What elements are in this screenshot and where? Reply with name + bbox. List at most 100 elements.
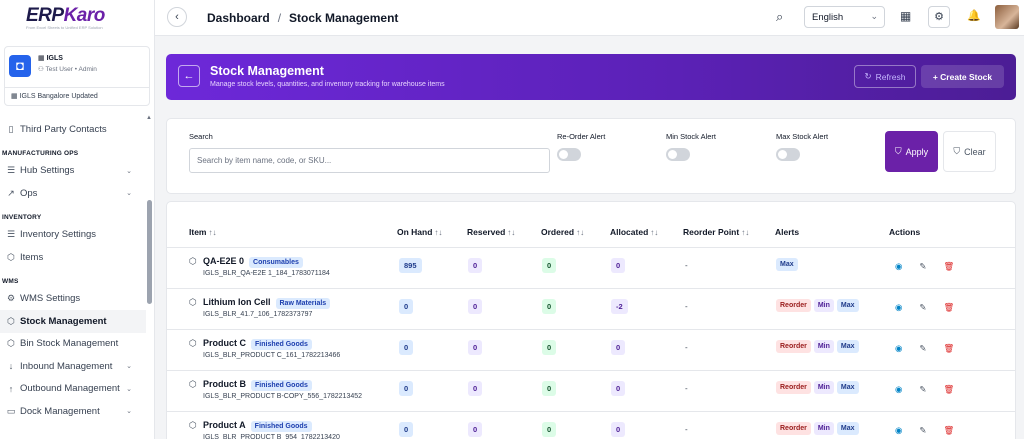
cell-ordered: 0	[542, 258, 557, 273]
column-header-ordered[interactable]: Ordered ↑↓	[541, 227, 584, 237]
main-content: ← Stock Management Manage stock levels, …	[155, 36, 1024, 439]
logo[interactable]: ERPKaro From Excel Sheets to Unified ERP…	[0, 0, 154, 38]
sort-icon[interactable]: ↑↓	[576, 228, 584, 237]
org-switcher[interactable]: ◘ ▦ IGLS ⚇ Test User • Admin ▦ IGLS Bang…	[4, 46, 150, 106]
sidebar-item-inbound-management[interactable]: ↓ Inbound Management ⌄	[0, 355, 146, 378]
truck-icon: ▭	[6, 405, 16, 416]
item-name: QA-E2E 0 Consumables	[203, 256, 303, 268]
eye-icon[interactable]: ◉	[895, 343, 902, 354]
sidebar-item-items[interactable]: ⬡ Items	[0, 246, 146, 269]
cell-ordered: 0	[542, 381, 557, 396]
pencil-icon[interactable]: ✎	[919, 384, 926, 395]
eye-icon[interactable]: ◉	[895, 425, 902, 436]
pencil-icon[interactable]: ✎	[919, 302, 926, 313]
search-label: Search	[189, 132, 213, 141]
trash-icon[interactable]: 🗑	[944, 425, 955, 436]
avatar[interactable]	[995, 5, 1019, 29]
max-stock-alert-toggle[interactable]	[776, 148, 800, 161]
cell-on-hand: 895	[399, 258, 422, 273]
alert-badge-max: Max	[776, 258, 798, 271]
top-bar: ‹ Dashboard / Stock Management ⌕ English ⌄…	[155, 0, 1024, 36]
org-branch: ▦ IGLS Bangalore Updated	[5, 87, 149, 100]
bell-icon[interactable]: 🔔	[967, 9, 981, 22]
sidebar-item-wms-settings[interactable]: ⚙ WMS Settings	[0, 288, 146, 311]
sidebar-item-dock-management[interactable]: ▭ Dock Management ⌄	[0, 400, 146, 423]
alert-badge-min: Min	[813, 422, 834, 435]
alert-badge-reorder: Reorder	[776, 340, 811, 353]
alert-badge-max: Max	[836, 299, 859, 312]
apply-button[interactable]: ⛉ Apply	[885, 131, 938, 172]
refresh-button[interactable]: ↻ Refresh	[854, 65, 916, 88]
page-banner: ← Stock Management Manage stock levels, …	[166, 54, 1016, 100]
cell-ordered: 0	[542, 299, 557, 314]
qr-code-icon[interactable]: ▦	[900, 9, 911, 23]
sidebar-item-hub-settings[interactable]: ☰ Hub Settings ⌄	[0, 160, 146, 183]
sort-icon[interactable]: ↑↓	[434, 228, 442, 237]
reorder-alert-label: Re-Order Alert	[557, 132, 606, 141]
max-stock-alert-label: Max Stock Alert	[776, 132, 829, 141]
trash-icon[interactable]: 🗑	[944, 302, 955, 313]
search-input[interactable]: Search by item name, code, or SKU...	[189, 148, 550, 173]
back-button[interactable]: ‹	[167, 7, 187, 27]
column-header-allocated[interactable]: Allocated ↑↓	[610, 227, 658, 237]
alert-badge-reorder: Reorder	[776, 299, 811, 312]
sort-icon[interactable]: ↑↓	[507, 228, 515, 237]
pencil-icon[interactable]: ✎	[919, 261, 926, 272]
chevron-down-icon: ⌄	[126, 167, 132, 175]
language-select[interactable]: English ⌄	[804, 6, 885, 28]
cell-allocated: 0	[611, 381, 626, 396]
eye-icon[interactable]: ◉	[895, 302, 902, 313]
alert-badge-max: Max	[836, 422, 859, 435]
refresh-label: Refresh	[875, 71, 906, 82]
item-code: IGLS_BLR_PRODUCT C_161_1782213466	[203, 352, 341, 359]
row-actions: ◉ ✎ 🗑	[895, 384, 954, 395]
sort-icon[interactable]: ↑↓	[650, 228, 658, 237]
cell-reorder-point: -	[685, 343, 688, 352]
cell-allocated: 0	[611, 258, 626, 273]
breadcrumb-current: Stock Management	[289, 11, 399, 25]
pencil-icon[interactable]: ✎	[919, 343, 926, 354]
clear-button[interactable]: ⛉ Clear	[943, 131, 996, 172]
sidebar-item-third-party-contacts[interactable]: ▯ Third Party Contacts	[0, 118, 146, 141]
breadcrumb-dashboard[interactable]: Dashboard	[207, 11, 270, 25]
item-name: Lithium Ion Cell Raw Materials	[203, 297, 331, 309]
sidebar-item-label: Stock Management	[20, 315, 107, 327]
sidebar-item-ops[interactable]: ↗ Ops ⌄	[0, 182, 146, 205]
column-header-reserved[interactable]: Reserved ↑↓	[467, 227, 515, 237]
trash-icon[interactable]: 🗑	[944, 261, 955, 272]
pencil-icon[interactable]: ✎	[919, 425, 926, 436]
min-stock-alert-toggle[interactable]	[666, 148, 690, 161]
cell-on-hand: 0	[399, 422, 414, 437]
item-code: IGLS_BLR_QA-E2E 1_184_1783071184	[203, 270, 330, 277]
sidebar-item-outbound-management[interactable]: ↑ Outbound Management ⌄	[0, 378, 146, 401]
trash-icon[interactable]: 🗑	[944, 343, 955, 354]
column-header-on-hand[interactable]: On Hand ↑↓	[397, 227, 442, 237]
chart-icon: ↗	[7, 187, 15, 198]
banner-back-button[interactable]: ←	[178, 65, 200, 87]
sidebar-item-inventory-settings[interactable]: ☰ Inventory Settings	[0, 224, 146, 247]
row-actions: ◉ ✎ 🗑	[895, 302, 954, 313]
scroll-up-icon[interactable]: ▲	[146, 115, 152, 121]
settings-button[interactable]: ⚙	[928, 6, 950, 28]
search-icon[interactable]: ⌕	[776, 9, 783, 25]
column-header-reorder-point[interactable]: Reorder Point ↑↓	[683, 227, 749, 237]
cell-reserved: 0	[468, 258, 483, 273]
sidebar-item-stock-management[interactable]: ⬡ Stock Management	[0, 310, 146, 333]
sidebar-item-bin-stock-management[interactable]: ⬡ Bin Stock Management	[0, 333, 146, 356]
box-icon: ⬡	[189, 379, 197, 389]
column-header-item[interactable]: Item ↑↓	[189, 227, 216, 237]
stock-table: Item ↑↓ On Hand ↑↓ Reserved ↑↓ Ordered ↑↓ Alloca…	[166, 201, 1016, 439]
refresh-icon: ↻	[864, 71, 872, 81]
create-stock-button[interactable]: + Create Stock	[921, 65, 1004, 88]
table-row: ⬡ Product A Finished Goods IGLS_BLR_PRODUCT…	[167, 411, 1015, 439]
page-subtitle: Manage stock levels, quantities, and inv…	[210, 81, 445, 88]
trash-icon[interactable]: 🗑	[944, 384, 955, 395]
sort-icon[interactable]: ↑↓	[208, 228, 216, 237]
sidebar-scrollbar[interactable]	[147, 200, 152, 304]
eye-icon[interactable]: ◉	[895, 261, 902, 272]
eye-icon[interactable]: ◉	[895, 384, 902, 395]
item-code: IGLS_BLR_41.7_106_1782373797	[203, 311, 313, 318]
sort-icon[interactable]: ↑↓	[741, 228, 749, 237]
reorder-alert-toggle[interactable]	[557, 148, 581, 161]
logo-text-erp: ERP	[26, 5, 64, 26]
